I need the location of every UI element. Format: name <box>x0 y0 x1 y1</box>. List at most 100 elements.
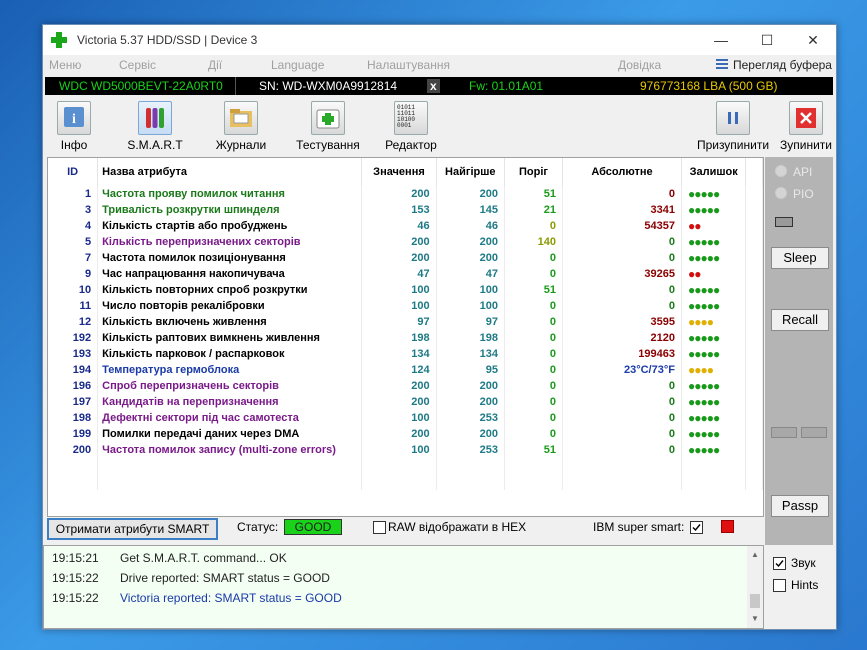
row-absolute: 0 <box>562 234 682 250</box>
stop-button[interactable]: Зупинити <box>778 101 834 153</box>
table-row[interactable]: 4 Кількість стартів або пробуджень 46 46 0 54… <box>48 218 763 234</box>
col-worst[interactable]: Найгірше <box>436 158 505 186</box>
table-row[interactable]: 198 Дефектні сектори під час самотеста 100… <box>48 410 763 426</box>
row-worst: 97 <box>436 314 505 330</box>
logs-tab[interactable]: Журнали <box>213 101 269 153</box>
col-remaining[interactable]: Залишок <box>681 158 747 186</box>
log-text: Victoria reported: SMART status = GOOD <box>120 591 342 605</box>
editor-tab-label: Редактор <box>385 138 437 152</box>
scroll-thumb[interactable] <box>750 594 760 608</box>
check-icon <box>775 560 784 568</box>
pio-radio[interactable]: PIO <box>775 187 814 201</box>
table-row[interactable]: 3 Тривалість розкрутки шпинделя 153 145 21 33… <box>48 202 763 218</box>
row-id: 9 <box>48 266 99 282</box>
row-remaining: ●●●●● <box>681 378 747 394</box>
row-name: Частота прояву помилок читання <box>97 186 363 202</box>
table-row[interactable]: 7 Частота помилок позиціонування 200 200 0 0 ●… <box>48 250 763 266</box>
menu-item-language[interactable]: Language <box>271 58 324 72</box>
col-absolute[interactable]: Абсолютне <box>562 158 682 186</box>
row-name: Кількість парковок / распарковок <box>97 346 363 362</box>
col-name[interactable]: Назва атрибута <box>97 158 363 186</box>
row-threshold: 0 <box>504 218 563 234</box>
table-row[interactable]: 193 Кількість парковок / распарковок 134 13… <box>48 346 763 362</box>
row-value: 100 <box>361 298 437 314</box>
title-bar[interactable]: Victoria 5.37 HDD/SSD | Device 3 — ☐ ✕ <box>43 25 836 55</box>
editor-tab[interactable]: 01011 11011 10100 0001 Редактор <box>383 101 439 153</box>
minimize-button[interactable]: — <box>698 25 744 55</box>
sleep-button[interactable]: Sleep <box>771 247 829 269</box>
scroll-up-icon[interactable]: ▲ <box>751 550 759 559</box>
raw-hex-checkbox[interactable] <box>373 521 386 534</box>
buffer-view-link[interactable]: Перегляд буфера <box>733 58 832 72</box>
row-value: 100 <box>361 282 437 298</box>
table-row[interactable]: 197 Кандидатів на перепризначення 200 200 0 0… <box>48 394 763 410</box>
table-row[interactable]: 199 Помилки передачі даних через DMA 200 20… <box>48 426 763 442</box>
col-id[interactable]: ID <box>48 158 99 186</box>
hints-label: Hints <box>791 578 819 592</box>
log-line: 19:15:22 Drive reported: SMART status = G… <box>52 571 330 585</box>
row-threshold: 0 <box>504 394 563 410</box>
col-threshold[interactable]: Поріг <box>504 158 563 186</box>
menu-bar: Меню Сервіс Дії Language Налаштування До… <box>43 55 836 75</box>
table-row[interactable]: 194 Температура гермоблока 124 95 0 23°C/73°F… <box>48 362 763 378</box>
close-device-button[interactable]: x <box>427 79 440 93</box>
options-panel: Звук Hints <box>765 545 833 627</box>
row-name: Кількість повторних спроб розкрутки <box>97 282 363 298</box>
log-panel[interactable]: 19:15:21 Get S.M.A.R.T. command... OK 19:… <box>43 545 764 629</box>
row-remaining: ●●●●● <box>681 442 747 458</box>
menu-item-menu[interactable]: Меню <box>49 58 81 72</box>
menu-item-settings[interactable]: Налаштування <box>367 58 450 72</box>
api-radio[interactable]: API <box>775 165 812 179</box>
smart-tab[interactable]: S.M.A.R.T <box>127 101 183 153</box>
red-indicator <box>721 520 734 533</box>
menu-item-service[interactable]: Сервіс <box>119 58 156 72</box>
hints-checkbox[interactable] <box>773 579 786 592</box>
row-worst: 253 <box>436 442 505 458</box>
recall-button[interactable]: Recall <box>771 309 829 331</box>
row-remaining: ●●●●● <box>681 410 747 426</box>
menu-item-help[interactable]: Довідка <box>618 58 661 72</box>
stop-label: Зупинити <box>780 138 832 152</box>
table-row[interactable]: 5 Кількість перепризначених секторів 200 20… <box>48 234 763 250</box>
table-row[interactable]: 11 Число повторів рекалібровки 100 100 0 0 ●●●… <box>48 298 763 314</box>
smart-attributes-table[interactable]: ID Назва атрибута Значення Найгірше Порі… <box>47 157 764 517</box>
log-scrollbar[interactable]: ▲ ▼ <box>747 546 763 628</box>
passp-button[interactable]: Passp <box>771 495 829 517</box>
row-value: 200 <box>361 234 437 250</box>
table-row[interactable]: 192 Кількість раптових вимкнень живлення 1… <box>48 330 763 346</box>
close-window-button[interactable]: ✕ <box>790 25 836 55</box>
tests-tab[interactable]: Тестування <box>293 101 363 153</box>
table-row[interactable]: 1 Частота прояву помилок читання 200 200 51 0… <box>48 186 763 202</box>
row-id: 197 <box>48 394 99 410</box>
smart-tab-label: S.M.A.R.T <box>127 138 183 152</box>
ibm-super-smart-checkbox[interactable] <box>690 521 703 534</box>
status-row: Отримати атрибути SMART Статус: GOOD RAW… <box>47 517 762 540</box>
menu-item-actions[interactable]: Дії <box>208 58 222 72</box>
col-value[interactable]: Значення <box>361 158 437 186</box>
scroll-down-icon[interactable]: ▼ <box>751 614 759 623</box>
row-threshold: 0 <box>504 378 563 394</box>
row-value: 198 <box>361 330 437 346</box>
row-worst: 200 <box>436 394 505 410</box>
status-badge: GOOD <box>284 519 342 535</box>
drive-lba: 976773168 LBA (500 GB) <box>640 79 778 93</box>
row-name: Кількість перепризначених секторів <box>97 234 363 250</box>
table-row[interactable]: 12 Кількість включень живлення 97 97 0 3595 ●●… <box>48 314 763 330</box>
table-row[interactable]: 9 Час напрацювання накопичувача 47 47 0 39265… <box>48 266 763 282</box>
table-row[interactable]: 10 Кількість повторних спроб розкрутки 100… <box>48 282 763 298</box>
row-id: 1 <box>48 186 99 202</box>
row-absolute: 0 <box>562 410 682 426</box>
maximize-button[interactable]: ☐ <box>744 25 790 55</box>
info-tab[interactable]: i Інфо <box>51 101 97 153</box>
table-row[interactable]: 196 Спроб перепризначень секторів 200 200 0 0… <box>48 378 763 394</box>
get-smart-button[interactable]: Отримати атрибути SMART <box>47 518 218 540</box>
sound-checkbox[interactable] <box>773 557 786 570</box>
row-worst: 46 <box>436 218 505 234</box>
pause-button[interactable]: Призупинити <box>693 101 773 153</box>
row-value: 200 <box>361 426 437 442</box>
drive-model: WDC WD5000BEVT-22A0RT0 <box>59 79 223 93</box>
radio-icon <box>775 187 787 199</box>
drive-serial: SN: WD-WXM0A9912814 <box>259 79 398 93</box>
table-row[interactable]: 200 Частота помилок запису (multi-zone er… <box>48 442 763 458</box>
row-remaining: ●●●●● <box>681 250 747 266</box>
